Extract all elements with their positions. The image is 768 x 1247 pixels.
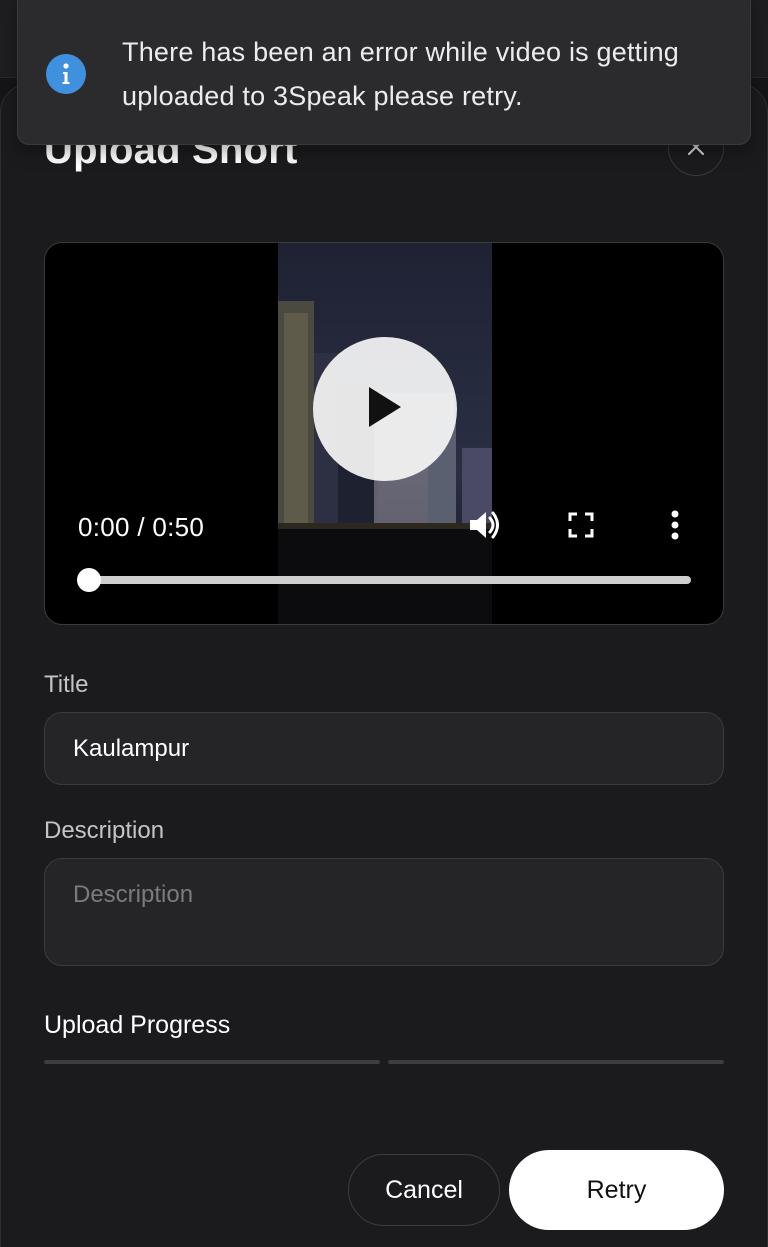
title-label: Title	[44, 671, 89, 698]
cancel-button[interactable]: Cancel	[348, 1154, 500, 1226]
notification-message: There has been an error while video is g…	[122, 37, 680, 111]
video-player[interactable]: 0:00 / 0:50	[44, 242, 724, 625]
title-input[interactable]	[44, 712, 724, 785]
description-label: Description	[44, 817, 165, 844]
upload-progress-label: Upload Progress	[44, 1011, 231, 1039]
error-notification: There has been an error while video is g…	[17, 0, 751, 145]
more-options-button[interactable]	[663, 509, 687, 545]
upload-progress-segment	[388, 1060, 724, 1064]
fullscreen-button[interactable]	[563, 509, 599, 545]
play-button[interactable]	[313, 337, 457, 481]
more-vert-icon	[670, 510, 680, 545]
fullscreen-icon	[568, 512, 594, 543]
upload-progress-segment	[44, 1060, 380, 1064]
volume-icon	[468, 509, 502, 546]
retry-button[interactable]: Retry	[509, 1150, 724, 1230]
time-display: 0:00 / 0:50	[78, 512, 205, 542]
play-icon	[365, 385, 405, 434]
info-icon	[46, 54, 86, 94]
volume-button[interactable]	[465, 509, 505, 545]
seek-bar[interactable]	[89, 576, 691, 584]
seek-thumb[interactable]	[77, 568, 101, 592]
description-input[interactable]	[44, 858, 724, 966]
